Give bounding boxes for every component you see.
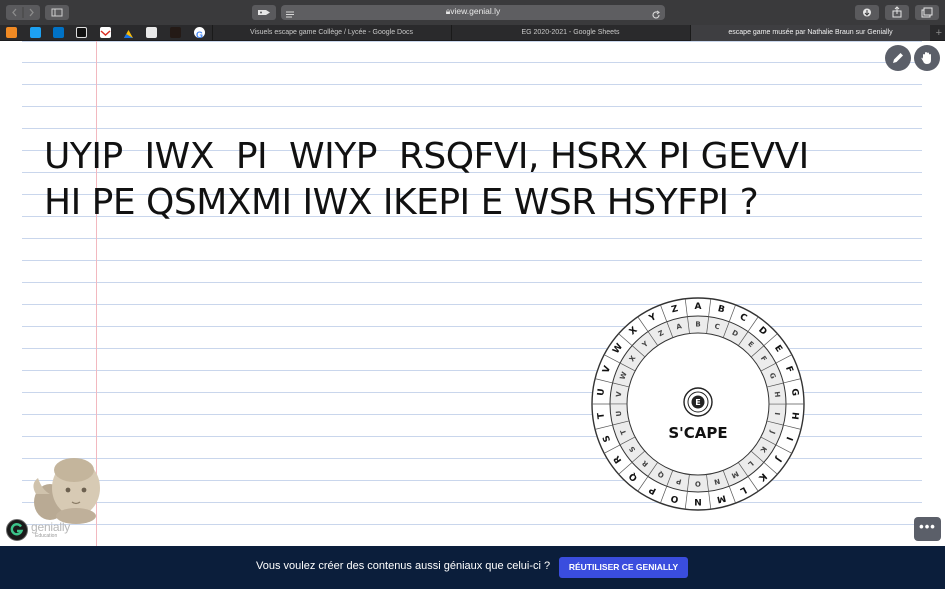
cipher-wheel-graphic: A BCDEFGHIJKLMNOPQRSTUVWXYZ A B CDEFGHIJKLM…: [591, 297, 805, 511]
cipher-line-1: UYIP IWX PI WIYP RSQFVI, HSRX PI GEVVI: [44, 136, 809, 177]
reuse-genially-button[interactable]: RÉUTILISER CE GENIALLY: [559, 557, 688, 578]
browser-toolbar: 🔒︎view.genial.ly: [0, 0, 945, 25]
more-options-button[interactable]: •••: [914, 517, 941, 541]
tab-google-docs[interactable]: Visuels escape game Collège / Lycée - Go…: [212, 25, 450, 41]
inner-ring-letter-o: O: [695, 479, 701, 487]
address-bar[interactable]: 🔒︎view.genial.ly: [281, 5, 665, 20]
scape-emblem-icon: E: [683, 387, 713, 417]
app-icon[interactable]: [76, 27, 87, 38]
pencil-icon: [893, 53, 903, 63]
url-text: view.genial.ly: [450, 6, 501, 16]
back-forward-buttons[interactable]: [6, 5, 40, 20]
genially-g-icon: [6, 519, 28, 541]
logo-subtitle: Education: [35, 533, 58, 539]
new-tab-button[interactable]: +: [936, 26, 942, 40]
reuse-banner: Vous voulez créer des contenus aussi gén…: [0, 546, 945, 589]
blogger-icon[interactable]: [6, 27, 17, 38]
cherub-image: [33, 458, 100, 524]
outer-ring-letter-a: A: [695, 302, 702, 312]
cipher-text: UYIP IWX PI WIYP RSQFVI, HSRX PI GEVVI H…: [44, 134, 809, 226]
tab-genially[interactable]: escape game musée par Nathalie Braun sur…: [690, 25, 930, 41]
bookmark-icon[interactable]: [146, 27, 157, 38]
wheel-center-label: S'CAPE: [668, 424, 727, 442]
genially-canvas: UYIP IWX PI WIYP RSQFVI, HSRX PI GEVVI H…: [0, 41, 945, 546]
reload-icon[interactable]: [651, 7, 661, 25]
gmail-icon[interactable]: [100, 27, 111, 38]
outlook-icon[interactable]: [53, 27, 64, 38]
svg-text:E: E: [695, 398, 700, 407]
dark-app-icon[interactable]: [170, 27, 181, 38]
outer-ring-letter-g: G: [789, 388, 800, 397]
inner-ring-letter-h: H: [773, 391, 782, 398]
tabs-overview-icon[interactable]: [915, 5, 939, 20]
edit-button[interactable]: [885, 45, 911, 71]
outer-ring-letter-n: N: [694, 496, 702, 506]
genially-logo[interactable]: genially Education: [5, 518, 77, 542]
google-icon[interactable]: G: [194, 27, 205, 40]
svg-text:G: G: [196, 30, 203, 40]
cipher-line-2: HI PE QSMXMI IWX IKEPI E WSR HSYFPI ?: [44, 182, 759, 223]
tab-bar: G Visuels escape game Collège / Lycée - …: [0, 25, 945, 41]
banner-text: Vous voulez créer des contenus aussi gén…: [256, 560, 551, 572]
download-icon[interactable]: [855, 5, 879, 20]
drive-icon[interactable]: [123, 27, 134, 38]
share-icon[interactable]: [885, 5, 909, 20]
tag-icon[interactable]: [252, 5, 276, 20]
outer-ring-letter-u: U: [596, 388, 607, 396]
tab-google-sheets[interactable]: EG 2020-2021 - Google Sheets: [451, 25, 689, 41]
outer-ring-letter-h: H: [789, 411, 800, 420]
logo-wordmark: genially: [31, 520, 71, 534]
twitter-icon[interactable]: [30, 27, 41, 38]
inner-ring-letter-b: B: [695, 320, 700, 328]
sidebar-toggle-icon[interactable]: [45, 5, 69, 20]
cipher-wheel[interactable]: ABCDEFGHIJKLMNOPQRSTUVWXYZ ABCDEFGHIJKLM…: [590, 296, 806, 512]
hand-icon: [921, 52, 931, 64]
grab-button[interactable]: [914, 45, 940, 71]
